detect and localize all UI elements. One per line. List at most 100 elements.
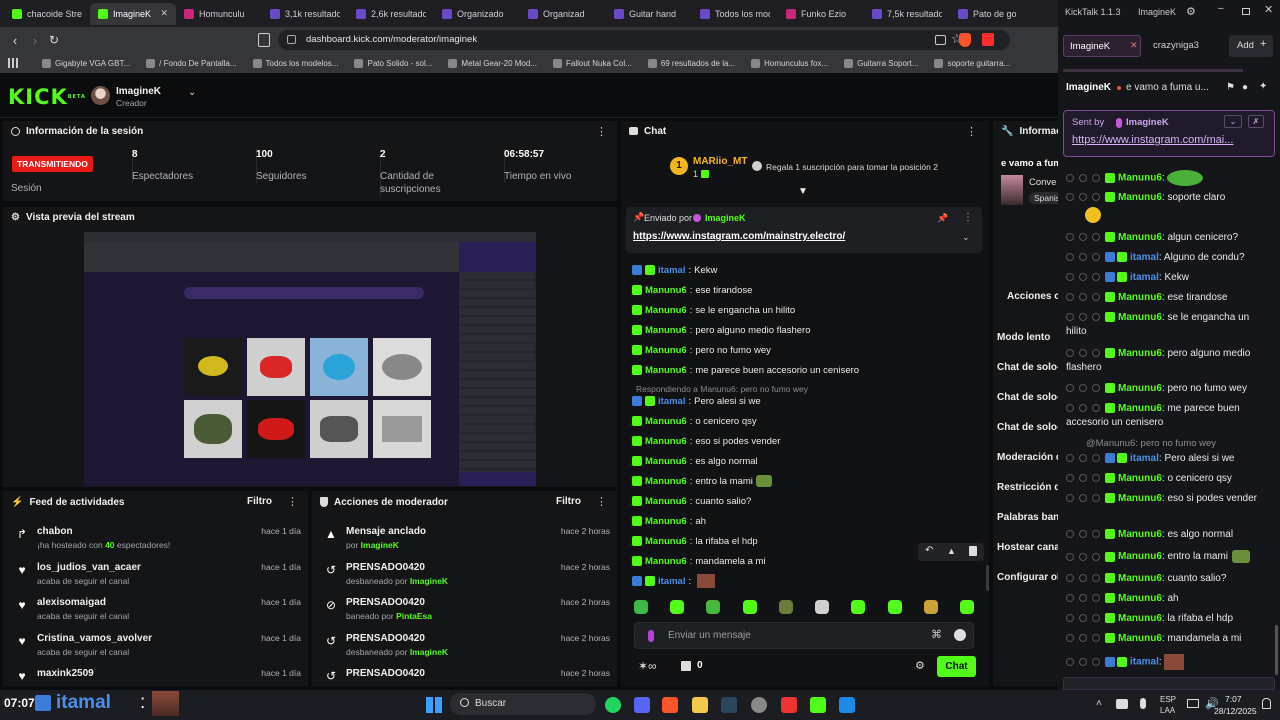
forward-icon[interactable]: › — [28, 33, 42, 48]
mod-action-target[interactable]: PRENSADO0420 — [346, 562, 425, 573]
close-tab-icon[interactable]: ✕ — [160, 8, 168, 19]
mod-action-item[interactable]: ⊘ PRENSADO0420 hace 2 horas baneado por Pin… — [312, 597, 617, 633]
mod-action-moderator[interactable]: ImagineK — [361, 540, 399, 550]
unpin-icon[interactable]: ✗ — [1248, 115, 1264, 128]
activity-filter-button[interactable]: Filtro — [247, 496, 272, 507]
kicktalk-username[interactable]: Manunu6 — [1118, 312, 1162, 323]
expand-chevron-icon[interactable]: ⌄ — [1224, 115, 1242, 128]
bookmark-item[interactable]: Gigabyte VGA GBT... — [34, 58, 138, 68]
pin-icon[interactable]: ▲ — [947, 546, 956, 556]
kebab-menu-icon[interactable]: ⋮ — [287, 495, 298, 508]
message-action-icon[interactable] — [1079, 404, 1087, 413]
chat-message[interactable]: Manunu6: pero no fumo wey — [632, 343, 771, 357]
mod-action-item[interactable]: ▲ Mensaje anclado hace 2 horas por ImagineK — [312, 526, 617, 562]
chat-message[interactable]: Manunu6: entro la mami — [632, 474, 772, 488]
message-action-icon[interactable] — [1092, 174, 1100, 182]
message-action-icon[interactable] — [1092, 574, 1100, 583]
message-action-icon[interactable] — [1079, 494, 1087, 503]
brave-shield-icon[interactable] — [959, 33, 971, 47]
clock-time[interactable]: 7:07 — [1225, 694, 1242, 704]
chat-username[interactable]: Manunu6 — [645, 496, 687, 507]
message-action-icon[interactable] — [1079, 193, 1087, 202]
kicktalk-message[interactable]: itamal: Pero alesi si we — [1066, 452, 1272, 466]
message-action-icon[interactable] — [1066, 634, 1074, 643]
gift-prompt[interactable]: Regala 1 suscripción para tomar la posic… — [766, 162, 938, 172]
message-action-icon[interactable] — [1066, 574, 1074, 583]
kicktalk-username[interactable]: Manunu6 — [1118, 633, 1162, 644]
kicktalk-message[interactable]: Manunu6: soporte claro — [1066, 191, 1272, 205]
bookmark-item[interactable]: soporte guitarra... — [926, 58, 1018, 68]
unpin-icon[interactable]: 📌 — [937, 213, 948, 224]
chat-username[interactable]: Manunu6 — [645, 476, 687, 487]
message-action-icon[interactable] — [1066, 494, 1074, 503]
chat-message[interactable]: Manunu6: es algo normal — [632, 454, 758, 468]
chat-username[interactable]: Manunu6 — [645, 516, 687, 527]
bookmark-item[interactable]: Homunculus fox... — [743, 58, 836, 68]
chat-message[interactable]: Manunu6: o cenicero qsy — [632, 414, 757, 428]
mod-setting-label[interactable]: Configurar ob — [997, 572, 1058, 583]
bookmark-item[interactable]: 69 resultados de la... — [640, 58, 743, 68]
kicktalk-message[interactable]: itamal: Kekw — [1066, 271, 1272, 285]
mod-setting-label[interactable]: Hostear canal — [997, 542, 1058, 553]
kebab-menu-icon[interactable]: ⋮ — [596, 125, 607, 138]
message-action-icon[interactable] — [1079, 454, 1087, 463]
activity-user[interactable]: alexisomaigad — [37, 597, 106, 608]
kicktalk-message[interactable]: Manunu6: — [1066, 170, 1272, 186]
kicktalk-username[interactable]: Manunu6 — [1118, 348, 1162, 359]
chat-message[interactable]: Manunu6: mandamela a mi — [632, 554, 766, 568]
tray-app-icon[interactable] — [1116, 699, 1128, 709]
kicktalk-username[interactable]: Manunu6 — [1118, 613, 1162, 624]
message-action-icon[interactable] — [1066, 193, 1074, 202]
mod-setting-label[interactable]: Moderación d — [997, 452, 1058, 463]
message-action-icon[interactable] — [1066, 614, 1074, 623]
mod-setting-label[interactable]: Restricción de — [997, 482, 1058, 493]
avatar[interactable] — [91, 86, 110, 105]
message-action-icon[interactable] — [1066, 404, 1074, 413]
kebab-menu-icon[interactable]: ⋮ — [966, 125, 977, 138]
emote-icon[interactable] — [634, 600, 648, 614]
chat-username[interactable]: Manunu6 — [645, 345, 687, 356]
chevron-down-icon[interactable]: ⌄ — [188, 87, 196, 98]
kicktalk-message[interactable]: Manunu6: o cenicero qsy — [1066, 472, 1272, 486]
kicktalk-message[interactable]: Manunu6: me parece buen accesorio un cen… — [1066, 402, 1272, 430]
message-action-icon[interactable] — [1079, 530, 1087, 539]
activity-user[interactable]: chabon — [37, 526, 73, 537]
microphone-icon[interactable] — [1140, 698, 1146, 709]
emote-icon[interactable] — [887, 600, 902, 614]
message-action-icon[interactable] — [1092, 384, 1100, 393]
browser-tab[interactable]: chacoide Strea — [4, 3, 90, 25]
message-action-icon[interactable] — [1092, 349, 1100, 358]
emote-icon[interactable] — [815, 600, 830, 614]
chat-message[interactable]: Manunu6: ese tirandose — [632, 283, 752, 297]
browser-tab[interactable]: 3,1k resultados — [262, 3, 348, 25]
spotify-icon[interactable] — [605, 697, 621, 713]
mod-action-item[interactable]: ↺ PRENSADO0420 hace 2 horas desbaneado por … — [312, 633, 617, 669]
lang-bottom[interactable]: LAA — [1160, 706, 1175, 715]
message-action-icon[interactable] — [1092, 474, 1100, 483]
emote-icon[interactable] — [923, 600, 938, 614]
kicktalk-tab-crazyniga3[interactable]: crazyniga3 — [1148, 35, 1228, 57]
chat-username[interactable]: Manunu6 — [645, 536, 687, 547]
message-action-icon[interactable] — [1092, 253, 1100, 262]
infinity-points-icon[interactable]: ✶∞ — [638, 659, 657, 673]
close-icon[interactable]: ✕ — [1264, 3, 1273, 16]
message-action-icon[interactable] — [1066, 594, 1074, 603]
message-action-icon[interactable] — [1066, 658, 1074, 666]
calculator-icon[interactable] — [839, 697, 855, 713]
message-action-icon[interactable] — [1066, 552, 1074, 561]
kicktalk-message[interactable]: Manunu6: pero alguno medio flashero — [1066, 347, 1272, 375]
bookmark-item[interactable]: Todos los modelos... — [245, 58, 347, 68]
message-action-icon[interactable] — [1092, 404, 1100, 413]
browser-tab[interactable]: Homunculu — [176, 3, 262, 25]
message-action-icon[interactable] — [1079, 349, 1087, 358]
brave-rewards-icon[interactable] — [982, 33, 994, 46]
message-action-icon[interactable] — [1066, 273, 1074, 282]
browser-tab[interactable]: 2,6k resultado — [348, 3, 434, 25]
kicktalk-tab-imaginek[interactable]: ImagineK ✕ — [1063, 35, 1141, 57]
reload-icon[interactable]: ↻ — [47, 33, 61, 47]
kicktalk-username[interactable]: Manunu6 — [1118, 292, 1162, 303]
kicktalk-username[interactable]: Manunu6 — [1118, 173, 1162, 184]
minimize-icon[interactable]: – — [1218, 3, 1224, 14]
collapse-icon[interactable]: ▼ — [798, 186, 808, 197]
message-action-icon[interactable] — [1092, 594, 1100, 603]
